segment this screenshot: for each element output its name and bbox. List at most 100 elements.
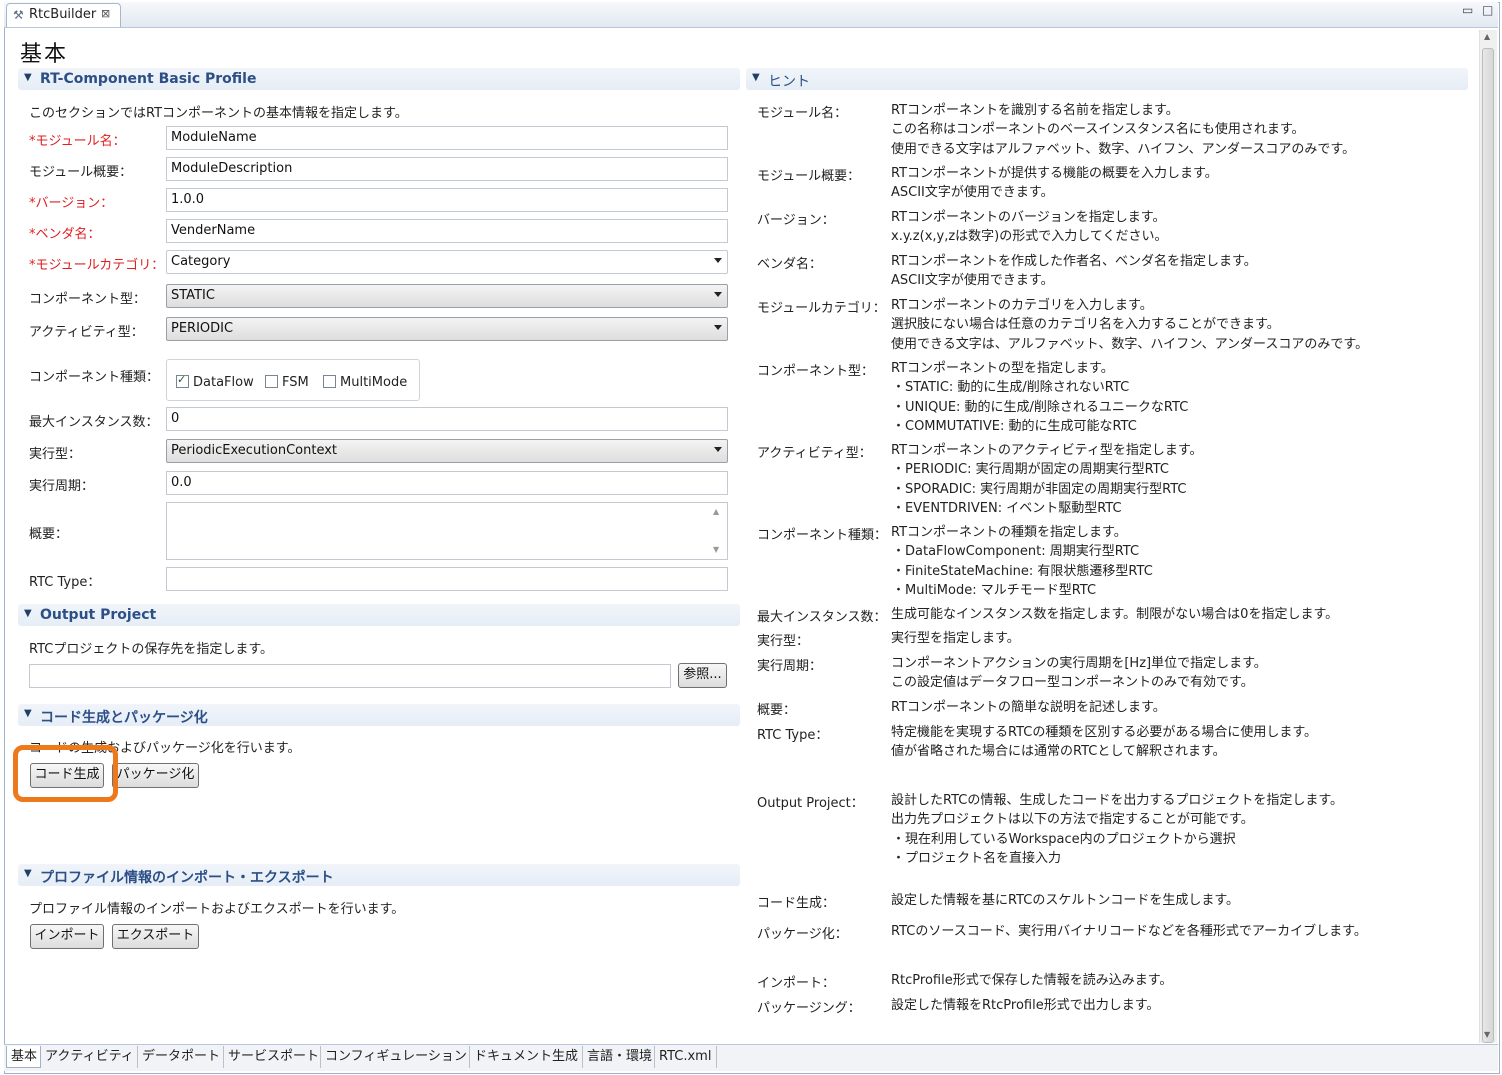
hint-text: x.y.z(x,y,zは数字)の形式で入力してください。 — [891, 229, 1168, 245]
hint-text: ASCII文字が使用できます。 — [891, 185, 1054, 201]
checkbox-unchecked-icon — [323, 375, 336, 388]
hint-label: RTC Type： — [757, 728, 829, 743]
collapse-triangle-icon: ▼ — [24, 72, 32, 83]
category-value: Category — [171, 254, 231, 269]
output-project-input[interactable] — [29, 664, 671, 688]
page-tab-5[interactable]: ドキュメント生成 — [470, 1046, 583, 1068]
abstract-label: 概要： — [29, 527, 69, 542]
module-name-label: *モジュール名： — [29, 134, 126, 149]
version-label: *バージョン： — [29, 196, 114, 211]
checkbox-multimode[interactable]: MultiMode — [323, 375, 407, 390]
hint-label: 実行型： — [757, 634, 810, 649]
section-header-output-project[interactable]: ▼ Output Project — [18, 604, 740, 626]
page-tab-4[interactable]: コンフィギュレーション — [321, 1046, 470, 1068]
page-tab-1[interactable]: アクティビティ — [41, 1046, 138, 1068]
hint-label: Output Project： — [757, 796, 864, 811]
export-button[interactable]: エクスポート — [112, 924, 199, 949]
hint-label: パッケージ化： — [757, 927, 848, 942]
page-tab-6[interactable]: 言語・環境 — [583, 1046, 655, 1068]
version-input[interactable]: 1.0.0 — [166, 188, 728, 212]
scrollbar-thumb[interactable] — [1482, 48, 1494, 1043]
activity-type-select[interactable]: PERIODIC — [166, 317, 728, 341]
section-header-profile-io[interactable]: ▼ プロファイル情報のインポート・エクスポート — [18, 864, 740, 886]
section-title: ヒント — [768, 74, 810, 90]
checkbox-unchecked-icon — [265, 375, 278, 388]
chevron-down-icon — [714, 292, 722, 297]
hint-text: ・UNIQUE: 動的に生成/削除されるユニークなRTC — [892, 399, 1189, 415]
component-type-value: STATIC — [171, 288, 215, 303]
collapse-triangle-icon: ▼ — [24, 608, 32, 619]
hint-text: 設定した情報を基にRTCのスケルトンコードを生成します。 — [891, 893, 1240, 908]
hint-text: 値が省略された場合には通常のRTCとして解釈されます。 — [891, 744, 1226, 760]
hint-label: パッケージング： — [757, 1001, 861, 1016]
section-description: このセクションではRTコンポーネントの基本情報を指定します。 — [29, 106, 408, 121]
module-desc-input[interactable]: ModuleDescription — [166, 157, 728, 181]
checkbox-label: MultiMode — [340, 375, 408, 390]
hint-label: 実行周期： — [757, 659, 823, 674]
import-button[interactable]: インポート — [30, 924, 104, 949]
exec-type-label: 実行型： — [29, 447, 82, 462]
section-title: RT-Component Basic Profile — [40, 71, 257, 87]
section-header-basic-profile[interactable]: ▼ RT-Component Basic Profile — [18, 68, 740, 90]
hint-text: RTコンポーネントを識別する名前を指定します。 — [891, 103, 1179, 118]
scroll-down-icon[interactable]: ▼ — [713, 545, 719, 554]
activity-type-value: PERIODIC — [171, 321, 234, 336]
hint-text: この名称はコンポーネントのベースインスタンス名にも使用されます。 — [891, 122, 1305, 138]
exec-type-select[interactable]: PeriodicExecutionContext — [166, 439, 728, 463]
scroll-down-icon[interactable]: ▼ — [1484, 1030, 1490, 1039]
browse-button[interactable]: 参照... — [678, 663, 727, 688]
max-instance-label: 最大インスタンス数： — [29, 415, 159, 430]
page-tab-7[interactable]: RTC.xml — [655, 1046, 717, 1068]
vertical-scrollbar[interactable]: ▲ ▼ — [1479, 30, 1497, 1043]
hint-text: 実行型を指定します。 — [891, 631, 1020, 646]
section-header-codegen[interactable]: ▼ コード生成とパッケージ化 — [18, 704, 740, 726]
hint-label: コード生成： — [757, 896, 836, 911]
hint-label: モジュール概要： — [757, 169, 861, 184]
collapse-triangle-icon: ▼ — [24, 868, 32, 879]
hint-text: RTCのソースコード、実行用バイナリコードなどを各種形式でアーカイブします。 — [891, 924, 1367, 939]
hint-text: ・STATIC: 動的に生成/削除されないRTC — [892, 380, 1130, 396]
hint-text: ・SPORADIC: 実行周期が非固定の周期実行型RTC — [892, 481, 1187, 497]
component-type-label: コンポーネント型： — [29, 292, 147, 307]
section-description: RTCプロジェクトの保存先を指定します。 — [29, 642, 274, 657]
module-name-input[interactable]: ModuleName — [166, 126, 728, 150]
maximize-icon[interactable]: □ — [1482, 4, 1494, 16]
max-instance-input[interactable]: 0 — [166, 407, 728, 431]
checkbox-checked-icon — [176, 373, 189, 388]
module-desc-label: モジュール概要： — [29, 165, 133, 180]
hint-label: ベンダ名： — [757, 257, 823, 272]
scroll-up-icon[interactable]: ▲ — [1484, 32, 1490, 41]
minimize-icon[interactable]: ▭ — [1462, 4, 1474, 16]
page-title: 基本 — [20, 42, 69, 67]
checkbox-fsm[interactable]: FSM — [265, 375, 309, 390]
hint-text: RTコンポーネントの種類を指定します。 — [891, 525, 1127, 540]
activity-type-label: アクティビティ型： — [29, 325, 144, 340]
checkbox-dataflow[interactable]: DataFlow — [176, 373, 254, 390]
page-tab-2[interactable]: データポート — [138, 1046, 224, 1068]
page-tab-0[interactable]: 基本 — [6, 1046, 41, 1068]
close-icon[interactable]: ⊠ — [101, 7, 110, 20]
vendor-input[interactable]: VenderName — [166, 219, 728, 243]
package-button[interactable]: パッケージ化 — [112, 763, 199, 788]
hint-label: コンポーネント型： — [757, 364, 875, 379]
hint-text: ・現在利用しているWorkspace内のプロジェクトから選択 — [892, 831, 1236, 847]
hint-text: 選択肢にない場合は任意のカテゴリ名を入力することができます。 — [891, 317, 1280, 333]
hint-text: ・EVENTDRIVEN: イベント駆動型RTC — [892, 501, 1122, 517]
chevron-down-icon — [714, 258, 722, 263]
hint-text: RTコンポーネントを作成した作者名、ベンダ名を指定します。 — [891, 254, 1257, 269]
chevron-down-icon — [714, 447, 722, 452]
component-type-select[interactable]: STATIC — [166, 284, 728, 308]
editor-tab-rtcbuilder[interactable]: ⚒ RtcBuilder ⊠ — [6, 3, 121, 27]
section-header-hint[interactable]: ▼ ヒント — [746, 68, 1468, 90]
hint-label: 最大インスタンス数： — [757, 610, 887, 625]
hint-text: ・DataFlowComponent: 周期実行型RTC — [892, 544, 1140, 560]
scroll-up-icon[interactable]: ▲ — [713, 507, 719, 516]
exec-rate-input[interactable]: 0.0 — [166, 471, 728, 495]
abstract-textarea[interactable] — [166, 502, 728, 560]
page-tab-3[interactable]: サービスポート — [224, 1046, 321, 1068]
hammer-icon: ⚒ — [13, 8, 24, 22]
rtc-type-input[interactable] — [166, 567, 728, 591]
category-combo[interactable]: Category — [166, 250, 728, 274]
section-title: コード生成とパッケージ化 — [40, 710, 208, 726]
hint-text: この設定値はデータフロー型コンポーネントのみで有効です。 — [891, 675, 1254, 691]
